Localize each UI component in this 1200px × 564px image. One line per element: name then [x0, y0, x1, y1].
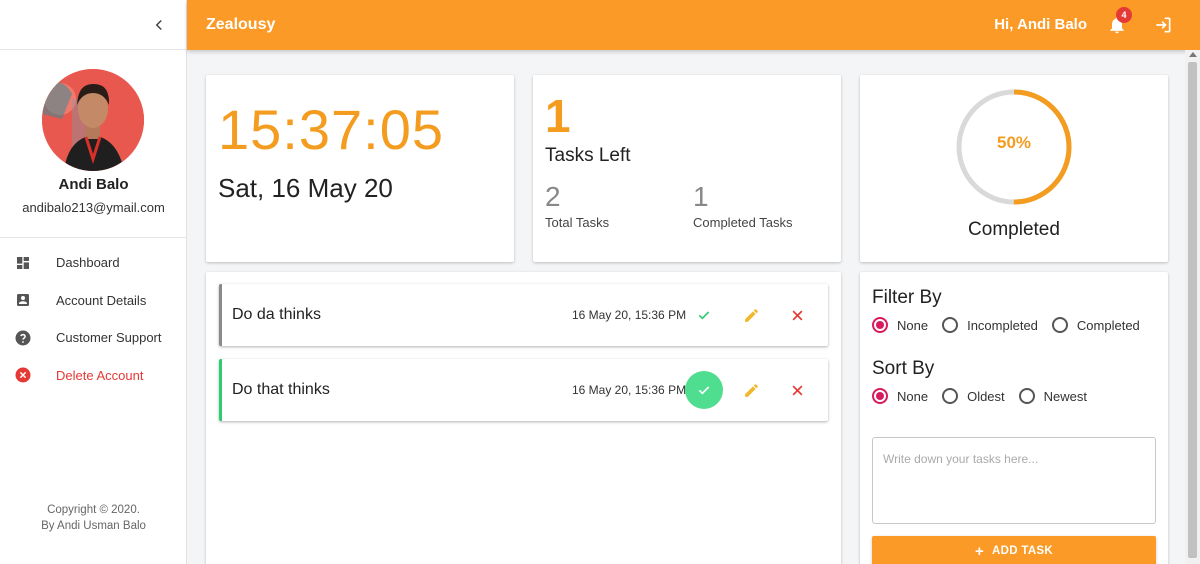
- plus-icon: +: [974, 542, 985, 560]
- filter-options: None Incompleted Completed: [872, 317, 1154, 333]
- greeting: Hi, Andi Balo: [994, 16, 1087, 33]
- close-icon: [792, 310, 802, 320]
- radio-button[interactable]: [1051, 317, 1068, 333]
- complete-task-button[interactable]: [685, 296, 723, 334]
- task-item: Do da thinks 16 May 20, 15:36 PM: [219, 284, 828, 346]
- completed-tasks-label: Completed Tasks: [693, 215, 793, 230]
- pencil-icon: [744, 308, 758, 322]
- sidebar-item-label: Account Details: [56, 292, 147, 308]
- delete-task-button[interactable]: [778, 371, 816, 409]
- copyright-author: By Andi Usman Balo: [41, 520, 146, 532]
- sidebar-item-label: Customer Support: [56, 330, 162, 346]
- sort-options: None Oldest Newest: [872, 388, 1101, 404]
- task-date: 16 May 20, 15:36 PM: [572, 383, 687, 397]
- radio-button[interactable]: [942, 388, 959, 404]
- sidebar-top: [0, 0, 186, 50]
- radio-button[interactable]: [872, 388, 888, 404]
- task-item: Do that thinks 16 May 20, 15:36 PM: [219, 359, 828, 421]
- add-task-label: ADD TASK: [992, 545, 1054, 557]
- check-icon: [698, 386, 710, 395]
- tasks-left-label: Tasks Left: [545, 145, 631, 166]
- edit-task-button[interactable]: [732, 296, 770, 334]
- notification-badge: 4: [1116, 7, 1132, 23]
- user-name: Andi Balo: [58, 176, 129, 193]
- filter-option-incompleted[interactable]: Incompleted: [942, 317, 1038, 333]
- new-task-input[interactable]: [872, 437, 1156, 524]
- help-circle-icon: [14, 329, 32, 347]
- task-title: Do da thinks: [232, 306, 321, 323]
- close-icon: [792, 385, 802, 395]
- sidebar-item-delete-account[interactable]: Delete Account: [0, 357, 187, 395]
- sidebar-item-label: Delete Account: [56, 367, 144, 383]
- progress-card: 50% Completed: [860, 75, 1168, 262]
- radio-button[interactable]: [1018, 388, 1035, 404]
- complete-task-button[interactable]: [685, 371, 723, 409]
- clock-date: Sat, 16 May 20: [218, 173, 393, 203]
- filter-title: Filter By: [872, 287, 942, 308]
- sidebar-item-dashboard[interactable]: Dashboard: [0, 244, 187, 282]
- tasks-stats-card: 1 Tasks Left 2 Total Tasks 1 Completed T…: [533, 75, 841, 262]
- progress-label: Completed: [968, 219, 1060, 240]
- radio-button[interactable]: [942, 317, 959, 333]
- avatar: [42, 69, 144, 171]
- progress-percent: 50%: [996, 133, 1032, 152]
- user-email: andibalo213@ymail.com: [22, 200, 165, 215]
- clock-card: 15:37:05 Sat, 16 May 20: [206, 75, 514, 262]
- copyright: Copyright © 2020. By Andi Usman Balo: [0, 502, 187, 534]
- total-tasks-count: 2: [545, 181, 561, 212]
- chevron-left-icon[interactable]: [150, 16, 168, 34]
- radio-label: Newest: [1043, 388, 1088, 404]
- sort-option-none[interactable]: None: [872, 388, 928, 404]
- account-box-icon: [14, 291, 32, 309]
- check-icon: [698, 311, 710, 320]
- pencil-icon: [744, 383, 758, 397]
- delete-task-button[interactable]: [778, 296, 816, 334]
- total-tasks-label: Total Tasks: [545, 215, 610, 230]
- sidebar-nav: Dashboard Account Details Customer Suppo…: [0, 244, 187, 394]
- tasks-left-count: 1: [545, 90, 571, 142]
- dashboard-icon: [14, 254, 32, 272]
- task-title: Do that thinks: [232, 381, 330, 398]
- sort-option-oldest[interactable]: Oldest: [942, 388, 1005, 404]
- scrollbar[interactable]: [1185, 50, 1200, 564]
- cancel-circle-icon: [14, 366, 32, 384]
- app-header: Zealousy Hi, Andi Balo 4: [187, 0, 1200, 50]
- sidebar-item-label: Dashboard: [56, 255, 120, 271]
- radio-label: None: [897, 388, 929, 404]
- sidebar-item-customer-support[interactable]: Customer Support: [0, 319, 187, 357]
- radio-button[interactable]: [872, 317, 888, 333]
- scrollbar-thumb[interactable]: [1188, 62, 1197, 558]
- radio-label: Completed: [1076, 317, 1140, 333]
- task-controls-card: Filter By None Incompleted Completed Sor…: [860, 272, 1168, 564]
- copyright-line: Copyright © 2020.: [47, 504, 140, 516]
- filter-option-none[interactable]: None: [872, 317, 928, 333]
- radio-label: Incompleted: [967, 317, 1038, 333]
- completed-tasks-count: 1: [693, 181, 709, 212]
- task-list: Do da thinks 16 May 20, 15:36 PM Do that…: [206, 272, 841, 564]
- task-date: 16 May 20, 15:36 PM: [572, 308, 687, 322]
- clock-time: 15:37:05: [218, 98, 444, 161]
- sort-option-newest[interactable]: Newest: [1018, 388, 1088, 404]
- sidebar-item-account-details[interactable]: Account Details: [0, 282, 187, 320]
- divider: [0, 237, 187, 238]
- radio-label: Oldest: [967, 388, 1005, 404]
- add-task-button[interactable]: + ADD TASK: [872, 536, 1156, 564]
- filter-option-completed[interactable]: Completed: [1051, 317, 1140, 333]
- scroll-up-arrow[interactable]: [1189, 52, 1197, 57]
- logout-icon[interactable]: [1153, 15, 1173, 35]
- radio-label: None: [897, 317, 929, 333]
- edit-task-button[interactable]: [732, 371, 770, 409]
- sort-title: Sort By: [872, 358, 935, 379]
- app-title[interactable]: Zealousy: [206, 16, 275, 34]
- sidebar: Andi Balo andibalo213@ymail.com Dashboar…: [0, 0, 187, 564]
